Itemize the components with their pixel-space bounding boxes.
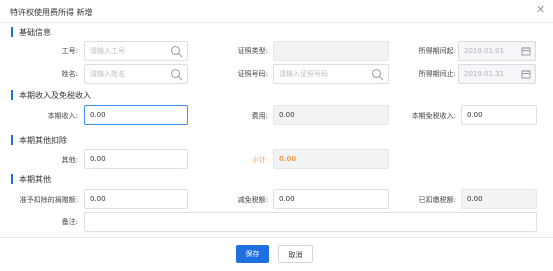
expense-value: 0.00 [279, 111, 295, 119]
income-label: 本期收入: [47, 112, 78, 120]
remark-input[interactable] [84, 212, 537, 232]
subtotal-output: 0.00 [273, 149, 389, 169]
cert-no-label: 证照号码: [237, 70, 268, 78]
tax-reduction-input[interactable]: 0.00 [273, 189, 389, 209]
name-input[interactable]: 请输入姓名 [84, 64, 188, 84]
donation-label: 准予扣除的捐赠额: [19, 196, 78, 204]
emp-no-input[interactable]: 请输入工号 [84, 41, 188, 61]
expense-input[interactable]: 0.00 [273, 105, 389, 125]
donation-value: 0.00 [90, 195, 106, 203]
tax-reduction-value: 0.00 [279, 195, 295, 203]
other-deduct-value: 0.00 [90, 155, 106, 163]
section-title-deduct: 本期其他扣除 [19, 136, 67, 145]
name-label: 姓名: [61, 70, 78, 78]
calendar-icon[interactable] [521, 46, 531, 56]
cancel-button[interactable]: 取消 [278, 245, 313, 263]
cert-type-select[interactable] [273, 41, 389, 61]
tax-free-value: 0.00 [467, 111, 483, 119]
tax-free-input[interactable]: 0.00 [461, 105, 537, 125]
donation-input[interactable]: 0.00 [84, 189, 188, 209]
income-input[interactable]: 0.00 [84, 105, 188, 125]
tax-free-label: 本期免税收入: [411, 112, 456, 120]
dialog-title: 特许权使用费所得 新增 [10, 8, 93, 17]
withheld-value: 0.00 [467, 195, 483, 203]
other-deduct-label: 其他: [61, 156, 78, 164]
section-title-income: 本期收入及免税收入 [19, 91, 91, 100]
section-marker [11, 27, 13, 37]
period-end-value: 2019.01.31 [464, 70, 505, 78]
withheld-output: 0.00 [461, 189, 537, 209]
section-marker [11, 90, 13, 100]
header-divider [0, 22, 553, 23]
tax-reduction-label: 减免税额: [237, 196, 268, 204]
calendar-icon[interactable] [521, 69, 531, 79]
subtotal-label: 小计: [251, 156, 268, 164]
cert-type-label: 证照类型: [237, 47, 268, 55]
period-start-input[interactable]: 2019.01.01 [458, 41, 536, 61]
search-icon[interactable] [371, 68, 384, 81]
cert-no-placeholder: 请输入证照号码 [279, 70, 328, 78]
other-deduct-input[interactable]: 0.00 [84, 149, 188, 169]
emp-no-label: 工号: [61, 47, 78, 55]
cert-no-input[interactable]: 请输入证照号码 [273, 64, 389, 84]
section-title-basic: 基础信息 [19, 28, 51, 37]
period-end-label: 所得期间止: [418, 70, 456, 78]
expense-label: 费用: [251, 112, 268, 120]
period-start-value: 2019.01.01 [464, 47, 505, 55]
close-icon[interactable]: ✕ [536, 4, 545, 15]
period-start-label: 所得期间起: [418, 47, 456, 55]
remark-label: 备注: [61, 218, 78, 226]
section-marker [11, 135, 13, 145]
withheld-label: 已扣缴税额: [418, 196, 456, 204]
subtotal-value: 0.00 [279, 155, 297, 163]
income-value: 0.00 [90, 111, 106, 119]
search-icon[interactable] [170, 68, 183, 81]
section-marker [11, 174, 13, 184]
period-end-input[interactable]: 2019.01.31 [458, 64, 536, 84]
footer-divider [0, 237, 553, 238]
name-placeholder: 请输入姓名 [90, 70, 125, 78]
save-button[interactable]: 保存 [236, 245, 269, 263]
section-title-other: 本期其他 [19, 175, 51, 184]
search-icon[interactable] [170, 45, 183, 58]
emp-no-placeholder: 请输入工号 [90, 47, 125, 55]
